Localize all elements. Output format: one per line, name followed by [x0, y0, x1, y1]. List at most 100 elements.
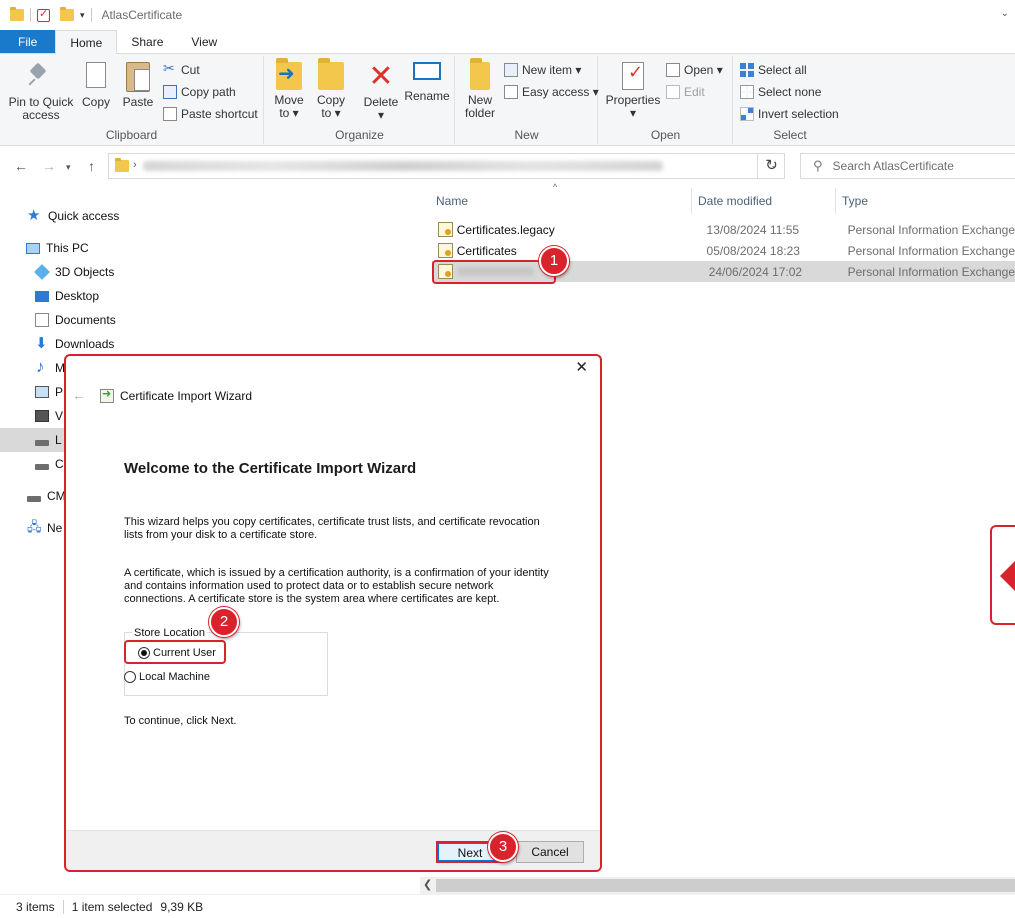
- delete-x-icon: ✕: [368, 60, 394, 93]
- copy-label: Copy: [81, 95, 110, 109]
- cube-icon: [34, 264, 50, 280]
- nav-label: Documents: [55, 313, 116, 327]
- properties-quick-icon[interactable]: [37, 7, 50, 22]
- annotation-badge-2: 2: [209, 607, 239, 637]
- easy-access-label: Easy access ▾: [522, 85, 599, 99]
- nav-documents[interactable]: Documents: [0, 308, 420, 332]
- copy-to-label-2: to ▾: [321, 106, 341, 120]
- properties-icon: [622, 62, 644, 90]
- new-item-button[interactable]: New item ▾: [504, 60, 581, 80]
- delete-button[interactable]: ✕ Delete ▾: [361, 62, 401, 122]
- move-to-button[interactable]: Move to ▾: [271, 58, 307, 120]
- back-arrow-icon[interactable]: ←: [14, 158, 28, 174]
- select-all-button[interactable]: Select all: [740, 60, 807, 80]
- dialog-paragraph-1: This wizard helps you copy certificates,…: [124, 516, 564, 542]
- copy-path-icon: [163, 85, 177, 99]
- file-type: Personal Information Exchange: [847, 264, 1015, 279]
- customize-quick-access-icon[interactable]: ▾: [80, 10, 85, 21]
- chevron-down-icon[interactable]: ⌄: [1001, 8, 1009, 19]
- column-date-modified[interactable]: Date modified: [691, 188, 835, 214]
- properties-button[interactable]: Properties ▾: [605, 62, 661, 120]
- file-date: 05/08/2024 18:23: [706, 243, 800, 258]
- nav-label: This PC: [46, 241, 89, 255]
- select-none-button[interactable]: Select none: [740, 82, 821, 102]
- organize-group: Move to ▾ Copy to ▾ ✕ Delete ▾ Rename Or…: [265, 56, 455, 144]
- open-button[interactable]: Open ▾: [666, 60, 723, 80]
- new-item-icon: [504, 63, 518, 77]
- documents-icon: [35, 313, 49, 327]
- column-name[interactable]: Name: [430, 188, 692, 214]
- tab-home[interactable]: Home: [55, 30, 118, 55]
- annotation-highlight-current-user: [124, 640, 226, 664]
- nav-downloads[interactable]: Downloads: [0, 332, 420, 356]
- tab-file[interactable]: File: [0, 30, 56, 53]
- divider: [62, 899, 64, 914]
- nav-label: L: [55, 433, 62, 447]
- dialog-paragraph-2: A certificate, which is issued by a cert…: [124, 567, 564, 606]
- address-bar[interactable]: › ⌄: [108, 153, 785, 179]
- cut-button[interactable]: Cut: [163, 60, 200, 80]
- cancel-button[interactable]: Cancel: [516, 841, 584, 863]
- file-type: Personal Information Exchange: [847, 222, 1015, 237]
- certificate-import-wizard-dialog: ✕ ← Certificate Import Wizard Welcome to…: [64, 354, 602, 872]
- nav-desktop[interactable]: Desktop: [0, 284, 420, 308]
- nav-3d-objects[interactable]: 3D Objects: [0, 260, 420, 284]
- open-group: Properties ▾ Open ▾ Edit Open: [599, 56, 733, 144]
- rename-button[interactable]: Rename: [403, 62, 451, 103]
- back-arrow-icon[interactable]: ←: [72, 387, 86, 403]
- nav-label: V: [55, 409, 64, 423]
- delete-label-2: ▾: [377, 108, 385, 122]
- select-group: Select all Select none Invert selection …: [734, 56, 846, 144]
- local-machine-radio[interactable]: Local Machine: [124, 671, 210, 683]
- paste-button[interactable]: Paste: [120, 62, 156, 109]
- horizontal-scrollbar[interactable]: ❮: [420, 877, 1015, 894]
- paragraph-line: A certificate, which is issued by a cert…: [124, 567, 549, 579]
- nav-this-pc[interactable]: This PC: [0, 236, 420, 260]
- new-folder-quick-icon[interactable]: [60, 7, 74, 21]
- new-folder-icon: [470, 58, 490, 90]
- easy-access-button[interactable]: Easy access ▾: [504, 82, 599, 102]
- new-label: New: [514, 128, 539, 142]
- drive-icon: [27, 496, 41, 502]
- forward-arrow-icon[interactable]: →: [42, 158, 56, 174]
- breadcrumb-redacted: [143, 161, 663, 171]
- star-icon: [27, 206, 42, 224]
- file-list-header: ^ Name Date modified Type: [420, 182, 1015, 214]
- dialog-heading: Welcome to the Certificate Import Wizard: [124, 460, 417, 477]
- recent-locations-icon[interactable]: ▾: [66, 162, 71, 173]
- refresh-icon[interactable]: ↻: [757, 153, 785, 179]
- file-row[interactable]: Certificates 05/08/2024 18:23 Personal I…: [432, 240, 1015, 261]
- pin-to-quick-access-button[interactable]: Pin to Quick access: [6, 62, 76, 122]
- select-all-icon: [740, 63, 754, 77]
- new-folder-button[interactable]: New folder: [462, 58, 498, 120]
- column-type[interactable]: Type: [835, 188, 1015, 214]
- divider: [30, 8, 31, 22]
- file-row[interactable]: Certificates.legacy 13/08/2024 11:55 Per…: [432, 219, 1015, 240]
- close-icon[interactable]: ✕: [575, 358, 588, 376]
- tab-share[interactable]: Share: [117, 30, 177, 53]
- invert-selection-icon: [740, 107, 754, 121]
- music-note-icon: [35, 357, 49, 377]
- copy-button[interactable]: Copy: [80, 62, 112, 109]
- edit-button[interactable]: Edit: [666, 82, 705, 102]
- tab-view[interactable]: View: [177, 30, 231, 53]
- certificate-file-icon: [438, 222, 453, 237]
- invert-selection-button[interactable]: Invert selection: [740, 104, 839, 124]
- new-folder-label-2: folder: [464, 106, 496, 120]
- local-machine-label: Local Machine: [139, 671, 210, 683]
- scrollbar-thumb[interactable]: [436, 879, 1015, 892]
- copy-to-button[interactable]: Copy to ▾: [313, 58, 349, 120]
- copy-path-button[interactable]: Copy path: [163, 82, 236, 102]
- paste-shortcut-icon: [163, 107, 177, 121]
- file-type: Personal Information Exchange: [847, 243, 1015, 258]
- paste-shortcut-button[interactable]: Paste shortcut: [163, 104, 258, 124]
- file-date: 13/08/2024 11:55: [706, 222, 800, 237]
- search-placeholder: Search AtlasCertificate: [832, 159, 954, 173]
- up-arrow-icon[interactable]: ↑: [88, 158, 95, 174]
- scroll-left-icon[interactable]: ❮: [423, 877, 432, 894]
- paragraph-line: lists from your disk to a certificate st…: [124, 529, 318, 541]
- nav-label: C: [55, 457, 64, 471]
- easy-access-icon: [504, 85, 518, 99]
- nav-quick-access[interactable]: Quick access: [0, 204, 420, 228]
- search-input[interactable]: ⚲ Search AtlasCertificate: [800, 153, 1015, 179]
